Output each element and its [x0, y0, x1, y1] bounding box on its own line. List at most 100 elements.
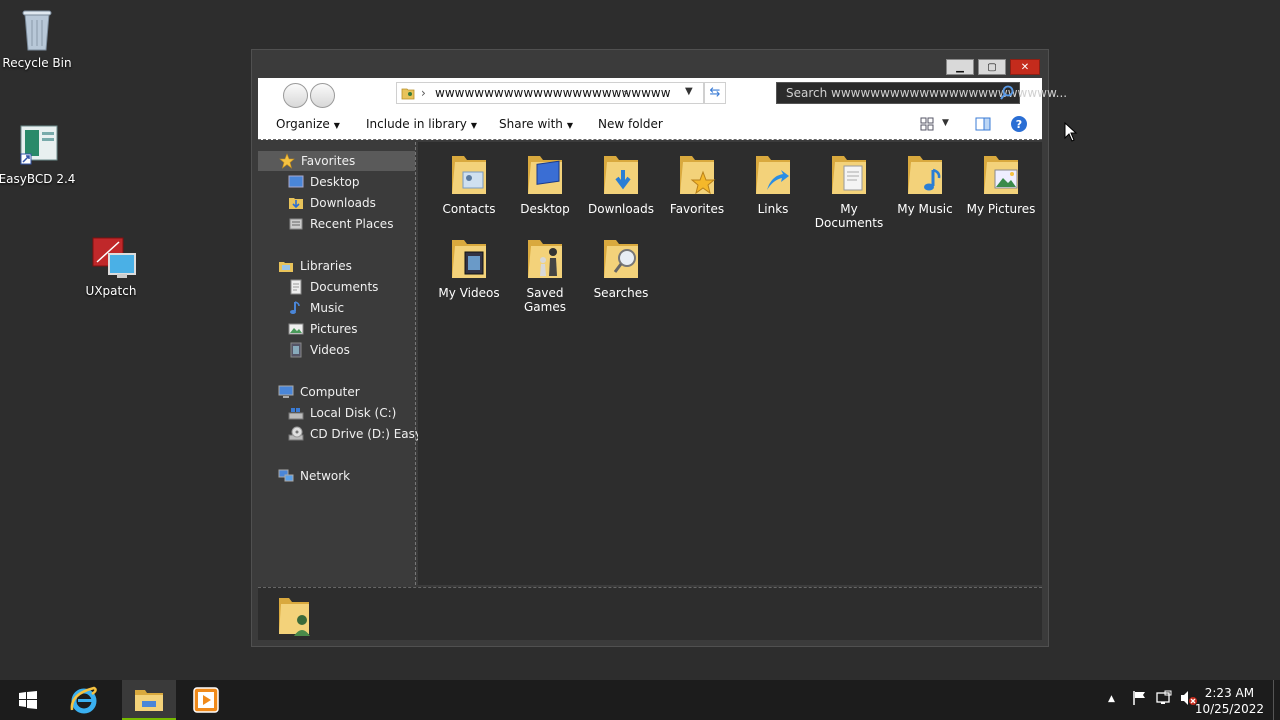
folder-label: Documents: [814, 216, 884, 230]
media-player-icon: [193, 687, 219, 713]
back-button[interactable]: [283, 83, 308, 108]
nav-music[interactable]: Music: [288, 298, 344, 318]
folder-favorites[interactable]: Favorites: [659, 150, 735, 216]
new-folder-button[interactable]: New folder: [598, 117, 663, 131]
organize-menu[interactable]: Organize ▼: [276, 117, 340, 131]
nav-downloads[interactable]: Downloads: [288, 193, 376, 213]
desktop-icon-easybcd[interactable]: EasyBCD 2.4: [0, 124, 77, 186]
folder-downloads[interactable]: Downloads: [583, 150, 659, 216]
content-pane: Contacts Desktop Downloads Favorites Lin…: [418, 142, 1042, 585]
nav-label: Videos: [310, 343, 350, 357]
folder-searches[interactable]: Searches: [583, 234, 659, 300]
folder-label: Links: [757, 202, 789, 216]
nav-network[interactable]: Network: [278, 466, 350, 486]
desktop-icon-uxpatch[interactable]: UXpatch: [71, 236, 151, 298]
nav-cd-drive[interactable]: CD Drive (D:) EasyBC: [288, 424, 438, 444]
my-music-folder-icon: [905, 150, 945, 198]
search-icon[interactable]: [999, 85, 1015, 101]
nav-videos[interactable]: Videos: [288, 340, 350, 360]
refresh-icon[interactable]: ⇆: [704, 82, 726, 104]
folder-label: My: [840, 202, 858, 216]
view-options-icon[interactable]: [919, 115, 937, 133]
desktop-icon: [288, 174, 304, 190]
nav-recent-places[interactable]: Recent Places: [288, 214, 393, 234]
nav-label: Downloads: [310, 196, 376, 210]
show-hidden-icons-button[interactable]: ▲: [1108, 694, 1115, 704]
nav-computer[interactable]: Computer: [278, 382, 360, 402]
nav-pictures[interactable]: Pictures: [288, 319, 358, 339]
nav-documents[interactable]: Documents: [288, 277, 378, 297]
include-in-library-menu[interactable]: Include in library ▼: [366, 117, 477, 131]
folder-saved-games[interactable]: Saved Games: [507, 234, 583, 314]
my-pictures-folder-icon: [981, 150, 1021, 198]
system-clock[interactable]: 2:23 AM 10/25/2022: [1195, 685, 1264, 717]
folder-desktop[interactable]: Desktop: [507, 150, 583, 216]
taskbar-internet-explorer[interactable]: [60, 680, 108, 720]
easybcd-icon: [17, 124, 58, 168]
nav-desktop[interactable]: Desktop: [288, 172, 360, 192]
cd-drive-icon: [288, 426, 304, 442]
share-with-menu[interactable]: Share with ▼: [499, 117, 573, 131]
file-explorer-icon: [135, 690, 163, 711]
star-icon: [279, 153, 295, 169]
internet-explorer-icon: [70, 686, 97, 714]
mouse-cursor-icon: [1064, 121, 1078, 145]
folder-my-pictures[interactable]: My Pictures: [963, 150, 1039, 216]
help-icon[interactable]: ?: [1010, 115, 1028, 133]
desktop-icon-recycle-bin[interactable]: Recycle Bin: [0, 8, 77, 70]
nav-label: Desktop: [310, 175, 360, 189]
folder-links[interactable]: Links: [735, 150, 811, 216]
address-separator: ›: [421, 86, 426, 100]
nav-label: Recent Places: [310, 217, 394, 231]
include-label: Include in library: [366, 117, 467, 131]
network-icon: [278, 468, 294, 484]
folder-my-videos[interactable]: My Videos: [431, 234, 507, 300]
nav-libraries[interactable]: Libraries: [278, 256, 352, 276]
folder-label: Saved: [526, 286, 564, 300]
toolbar: › wwwwwwwwwwwwwwwwwwwwwwww › ▼ ⇆ Search …: [258, 78, 1067, 140]
nav-label: Local Disk (C:): [310, 406, 397, 420]
saved-games-folder-icon: [525, 234, 565, 282]
folder-label: Desktop: [520, 202, 570, 216]
links-folder-icon: [753, 150, 793, 198]
forward-button[interactable]: [310, 83, 335, 108]
explorer-window: ▁ ▢ ✕ › wwwwwwwwwwwwwwwwwwwwwwww › ▼ ⇆ S…: [251, 49, 1067, 647]
desktop-icon-label: UXpatch: [85, 284, 137, 298]
recycle-bin-icon: [17, 8, 57, 52]
documents-icon: [288, 279, 304, 295]
show-desktop-button[interactable]: [1273, 680, 1280, 720]
recent-places-icon: [288, 216, 304, 232]
network-tray-icon[interactable]: [1156, 690, 1172, 710]
folder-label: Games: [524, 300, 566, 314]
close-button[interactable]: ✕: [1010, 59, 1040, 75]
maximize-button[interactable]: ▢: [978, 59, 1006, 75]
share-label: Share with: [499, 117, 563, 131]
nav-label: Network: [300, 469, 351, 483]
nav-label: Favorites: [301, 154, 356, 168]
nav-favorites[interactable]: Favorites: [258, 151, 415, 171]
navigation-pane: Favorites Desktop Downloads Recent Place…: [258, 142, 438, 585]
address-path[interactable]: wwwwwwwwwwwwwwwwwwwwwwww: [435, 86, 671, 100]
action-center-flag-icon[interactable]: [1132, 690, 1148, 710]
nav-label: Music: [310, 301, 345, 315]
clock-time: 2:23 AM: [1204, 686, 1255, 700]
search-box[interactable]: Search wwwwwwwwwwwwwwwwwwwwwww...: [776, 82, 1067, 104]
nav-local-disk[interactable]: Local Disk (C:): [288, 403, 396, 423]
address-dropdown-icon[interactable]: ▼: [685, 86, 693, 97]
view-dropdown-icon[interactable]: ▼: [942, 118, 960, 136]
taskbar-media-player[interactable]: [182, 680, 230, 720]
pictures-icon: [288, 321, 304, 337]
folder-label: Searches: [593, 286, 649, 300]
address-bar[interactable]: › wwwwwwwwwwwwwwwwwwwwwwww › ▼: [396, 82, 704, 104]
folder-my-documents[interactable]: My Documents: [811, 150, 887, 230]
folder-contacts[interactable]: Contacts: [431, 150, 507, 216]
preview-pane-icon[interactable]: [974, 115, 992, 133]
nav-label: Documents: [310, 280, 379, 294]
start-button[interactable]: [4, 680, 52, 720]
taskbar-file-explorer[interactable]: [122, 680, 176, 720]
address-separator[interactable]: ›: [623, 86, 628, 100]
folder-my-music[interactable]: My Music: [887, 150, 963, 216]
minimize-button[interactable]: ▁: [946, 59, 974, 75]
folder-label: My Music: [897, 202, 953, 216]
folder-label: My Videos: [438, 286, 500, 300]
